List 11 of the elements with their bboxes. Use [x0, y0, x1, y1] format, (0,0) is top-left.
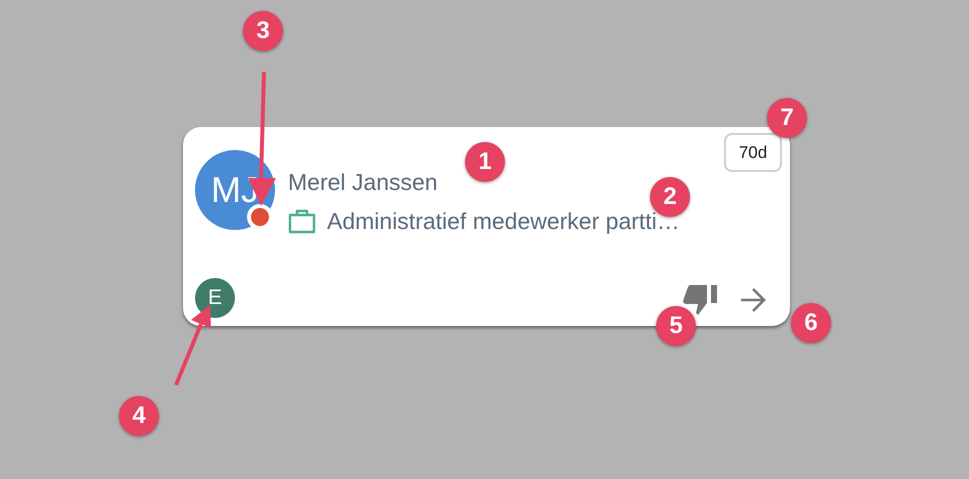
thumbs-down-button[interactable]	[682, 283, 717, 317]
assignee-avatar[interactable]: E	[195, 278, 235, 318]
callout-number: 4	[119, 396, 159, 436]
callout-number: 3	[243, 11, 283, 51]
candidate-name: Merel Janssen	[288, 168, 438, 196]
callout-number: 7	[767, 98, 807, 138]
arrow-right-icon	[739, 287, 767, 313]
callout-number: 5	[656, 306, 696, 346]
thumbs-down-icon	[682, 285, 716, 315]
callout-number: 6	[791, 303, 831, 343]
briefcase-icon	[288, 208, 316, 234]
